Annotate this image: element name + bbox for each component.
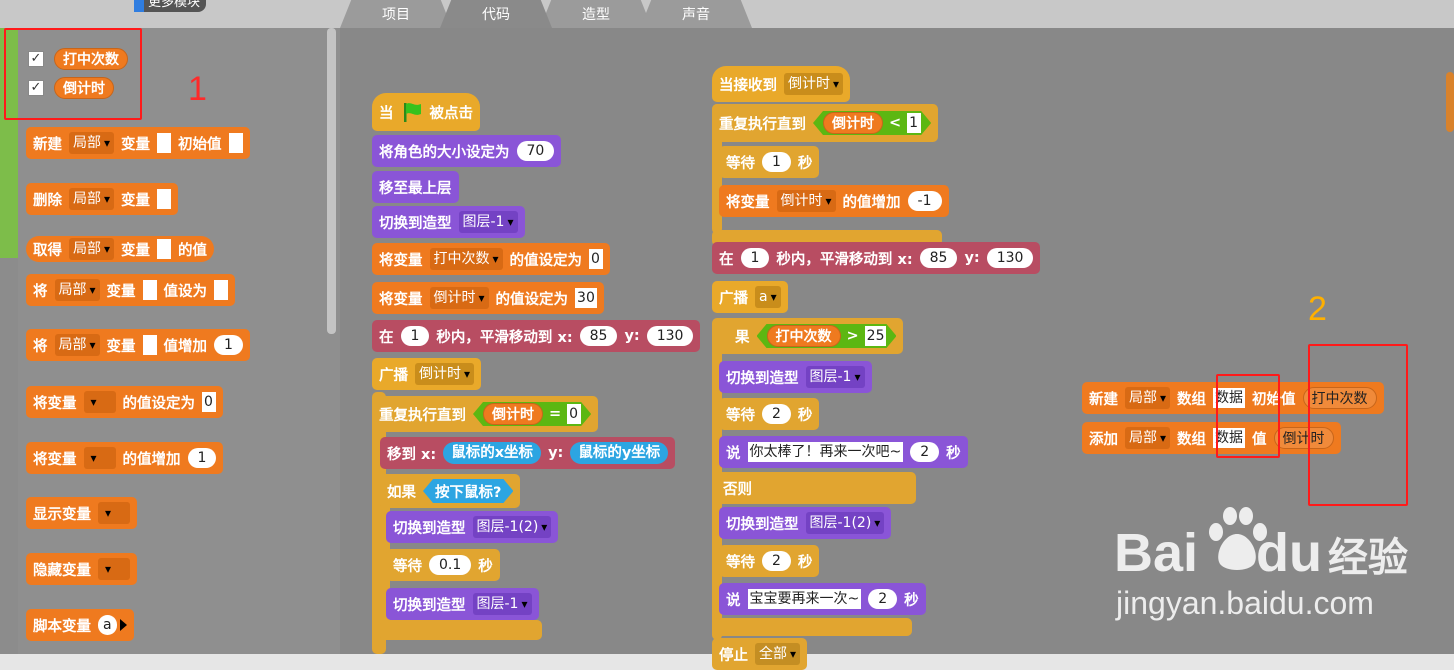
annotation-box-2a (1216, 374, 1280, 458)
repeat-until-block[interactable]: 重复执行直到 倒计时 <1 (712, 104, 939, 142)
when-receive-hat[interactable]: 当接收到 倒计时 (712, 66, 851, 102)
broadcast-block[interactable]: 广播 倒计时 (372, 358, 482, 390)
annotation-box-1 (4, 28, 142, 120)
if-c-bottom (380, 620, 542, 640)
annotation-box-2b (1308, 344, 1408, 506)
tab-project[interactable]: 项目 (340, 0, 452, 28)
switch-costume-block[interactable]: 切换到造型 图层-1(2) (386, 511, 559, 543)
when-flag-clicked-hat[interactable]: 当 被点击 (372, 93, 480, 131)
set-variable-block[interactable]: 将局部变量值设为 (26, 274, 236, 306)
greater-than-condition[interactable]: 打中次数 >25 (757, 324, 897, 348)
say-for-secs-block[interactable]: 说你太棒了！再来一次吧~ 2 秒 (719, 436, 968, 468)
repeat-until-block[interactable]: 重复执行直到 倒计时 = 0 (372, 396, 599, 432)
watermark-url: jingyan.baidu.com (1116, 585, 1374, 621)
glide-to-block[interactable]: 在 1 秒内，平滑移动到 x: 85 y: 130 (372, 320, 701, 352)
script-variables-block[interactable]: 脚本变量 a (26, 609, 134, 641)
broadcast-block[interactable]: 广播 a (712, 281, 788, 313)
tab-code[interactable]: 代码 (440, 0, 552, 28)
switch-costume-block[interactable]: 切换到造型 图层-1(2) (719, 507, 892, 539)
less-than-condition[interactable]: 倒计时 <1 (813, 111, 931, 135)
equals-condition[interactable]: 倒计时 = 0 (473, 402, 591, 426)
annotation-label-1: 1 (188, 70, 207, 108)
script-scrollbar[interactable] (1446, 72, 1454, 132)
switch-costume-block[interactable]: 切换到造型 图层-1 (372, 206, 525, 238)
palette-scrollbar[interactable] (327, 28, 336, 334)
tab-sounds[interactable]: 声音 (640, 0, 752, 28)
set-hits-variable-block[interactable]: 将变量打中次数的值设定为0 (372, 243, 611, 275)
hide-variable-block[interactable]: 隐藏变量 (26, 553, 137, 585)
expand-arrow-icon[interactable] (119, 619, 127, 631)
set-variable-to-block[interactable]: 将变量的值设定为0 (26, 386, 223, 418)
wait-block[interactable]: 等待 1 秒 (719, 146, 820, 178)
more-blocks-category[interactable]: 更多模块 (134, 0, 207, 12)
change-variable-by-block[interactable]: 将变量的值增加1 (26, 442, 224, 474)
wait-block[interactable]: 等待 0.1 秒 (386, 549, 500, 581)
increase-variable-block[interactable]: 将局部变量值增加1 (26, 329, 250, 361)
wait-block[interactable]: 等待 2 秒 (719, 398, 820, 430)
else-label: 否则 (712, 472, 916, 504)
if-else-block[interactable]: 果 打中次数 >25 (712, 318, 904, 354)
go-to-xy-block[interactable]: 移到 x: 鼠标的x坐标 y: 鼠标的y坐标 (380, 437, 676, 469)
set-timer-variable-block[interactable]: 将变量倒计时的值设定为30 (372, 282, 604, 314)
show-variable-block[interactable]: 显示变量 (26, 497, 137, 529)
editor-tabs: 项目 代码 造型 声音 (340, 0, 752, 28)
category-strip (0, 28, 18, 654)
delete-variable-block[interactable]: 删除局部变量 (26, 183, 179, 215)
annotation-label-2: 2 (1308, 290, 1327, 328)
tab-costumes[interactable]: 造型 (540, 0, 652, 28)
go-to-front-block[interactable]: 移至最上层 (372, 171, 459, 203)
switch-costume-block[interactable]: 切换到造型 图层-1 (719, 361, 872, 393)
mouse-down-condition[interactable]: 按下鼠标? (423, 479, 513, 503)
switch-costume-block[interactable]: 切换到造型 图层-1 (386, 588, 539, 620)
stop-block[interactable]: 停止 全部 (712, 638, 808, 670)
say-for-secs-block[interactable]: 说宝宝要再来一次~ 2 秒 (719, 583, 926, 615)
glide-to-block[interactable]: 在 1 秒内，平滑移动到 x: 85 y: 130 (712, 242, 1041, 274)
paw-icon (1209, 507, 1267, 570)
if-else-c-bottom (712, 618, 912, 636)
get-variable-block[interactable]: 取得局部变量的值 (26, 236, 215, 262)
set-size-block[interactable]: 将角色的大小设定为 70 (372, 135, 562, 167)
change-timer-block[interactable]: 将变量倒计时的值增加-1 (719, 185, 949, 217)
if-block[interactable]: 如果 按下鼠标? (380, 474, 521, 508)
wait-block[interactable]: 等待 2 秒 (719, 545, 820, 577)
new-variable-block[interactable]: 新建局部变量初始值 (26, 127, 250, 159)
add-to-list-block[interactable]: 添加局部数组数据值倒计时 (1082, 422, 1341, 454)
green-flag-icon (403, 103, 421, 122)
